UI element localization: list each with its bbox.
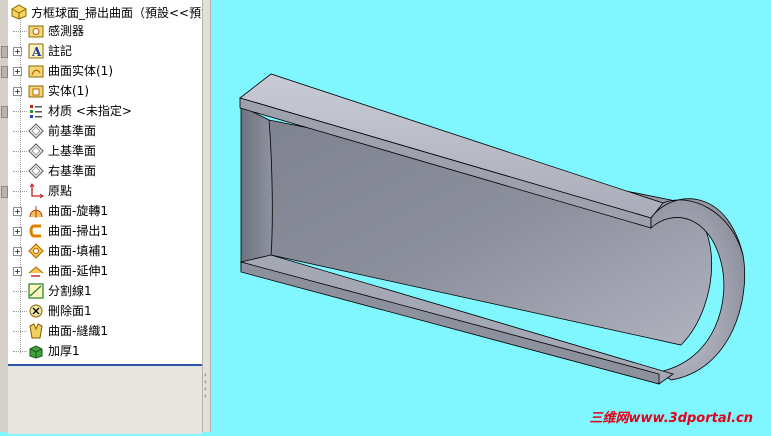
expand-icon[interactable]: + — [13, 207, 22, 216]
delete-face-icon — [29, 304, 43, 318]
surface-extend-icon — [28, 266, 44, 277]
tree-item[interactable]: 感測器 — [8, 21, 202, 41]
surface-sweep-icon — [29, 224, 41, 238]
toolbar-grip[interactable] — [1, 106, 8, 118]
tree-item-label: 感測器 — [48, 24, 85, 38]
expand-icon[interactable]: + — [13, 67, 22, 76]
tree-item[interactable]: 原點 — [8, 181, 202, 201]
tree-item-label: 原點 — [48, 184, 73, 198]
tree-connector — [13, 191, 27, 192]
tree-item[interactable]: 上基準面 — [8, 141, 202, 161]
tree-root[interactable]: 方框球面_掃出曲面（預設<<預設 — [10, 3, 202, 21]
thickened-surface-model[interactable] — [211, 0, 771, 432]
tree-item[interactable]: 右基準面 — [8, 161, 202, 181]
tree-connector — [13, 151, 27, 152]
tree-item-label: 曲面实体(1) — [48, 64, 113, 78]
tree-item[interactable]: + 曲面-延伸1 — [8, 261, 202, 281]
tree-item-label: 曲面-縫織1 — [48, 324, 108, 338]
tree-item-label: 材质 <未指定> — [48, 104, 132, 118]
tree-item-label: 註記 — [48, 44, 73, 58]
tree-item[interactable]: 材质 <未指定> — [8, 101, 202, 121]
watermark-text: 三维网www.3dportal.cn — [589, 411, 753, 426]
tree-item[interactable]: 分割線1 — [8, 281, 202, 301]
feature-manager-tree: 方框球面_掃出曲面（預設<<預設 感測器 + A 註記 + 曲面实体(1) + 实体(1) 材质… — [8, 0, 202, 364]
material-icon — [30, 105, 42, 118]
panel-lower-area — [8, 364, 202, 434]
tree-item-label: 曲面-旋轉1 — [48, 204, 108, 218]
expand-icon[interactable]: + — [13, 247, 22, 256]
tree-connector — [13, 331, 27, 332]
collapse-arrows-icon[interactable]: ‹ ‹ ‹ ‹ — [204, 372, 207, 400]
tree-item-label: 分割線1 — [48, 284, 92, 298]
panel-splitter[interactable]: ‹ ‹ ‹ ‹ — [202, 0, 211, 432]
tree-item-label: 加厚1 — [48, 344, 80, 358]
tree-item[interactable]: 前基準面 — [8, 121, 202, 141]
tree-item-label: 上基準面 — [48, 144, 97, 158]
tree-connector — [13, 31, 27, 32]
tree-connector — [13, 131, 27, 132]
plane-icon — [28, 143, 44, 159]
plane-icon — [28, 163, 44, 179]
tree-item[interactable]: + 曲面-填補1 — [8, 241, 202, 261]
graphics-viewport[interactable] — [211, 0, 771, 432]
thicken-icon — [29, 345, 43, 359]
tree-item-label: 曲面-延伸1 — [48, 264, 108, 278]
tree-item-label: 右基準面 — [48, 164, 97, 178]
plane-icon — [28, 123, 44, 139]
origin-icon — [29, 183, 44, 199]
tree-item[interactable]: + 实体(1) — [8, 81, 202, 101]
tree-item[interactable]: + A 註記 — [8, 41, 202, 61]
tree-item[interactable]: + 曲面-掃出1 — [8, 221, 202, 241]
tree-item-label: 前基準面 — [48, 124, 97, 138]
annotations-icon: A — [28, 43, 44, 59]
sensor-folder-icon — [28, 25, 44, 38]
toolbar-grip[interactable] — [1, 46, 8, 58]
tree-item-label: 曲面-掃出1 — [48, 224, 108, 238]
tree-connector — [13, 291, 27, 292]
tree-item-label: 曲面-填補1 — [48, 244, 108, 258]
part-icon — [11, 4, 27, 20]
model-back-wall — [240, 105, 273, 271]
tree-connector — [13, 111, 27, 112]
toolbar-grip[interactable] — [1, 186, 8, 198]
toolbar-grip[interactable] — [1, 66, 8, 78]
surface-fill-icon — [28, 243, 44, 259]
tree-item[interactable]: 刪除面1 — [8, 301, 202, 321]
surface-bodies-folder-icon — [28, 65, 44, 78]
expand-icon[interactable]: + — [13, 227, 22, 236]
tree-item[interactable]: + 曲面-旋轉1 — [8, 201, 202, 221]
tree-connector — [13, 311, 27, 312]
tree-item-label: 刪除面1 — [48, 304, 92, 318]
svg-text:A: A — [31, 45, 42, 59]
tree-item[interactable]: + 曲面实体(1) — [8, 61, 202, 81]
tree-item-label: 实体(1) — [48, 84, 89, 98]
tree-item[interactable]: 曲面-縫織1 — [8, 321, 202, 341]
tree-root-label: 方框球面_掃出曲面（預設<<預設 — [31, 5, 202, 20]
expand-icon[interactable]: + — [13, 267, 22, 276]
split-line-icon — [28, 283, 44, 299]
expand-icon[interactable]: + — [13, 87, 22, 96]
tree-connector — [13, 171, 27, 172]
tree-item[interactable]: 加厚1 — [8, 341, 202, 361]
surface-knit-icon — [29, 323, 43, 339]
tree-connector — [13, 351, 27, 352]
expand-icon[interactable]: + — [13, 47, 22, 56]
surface-revolve-icon — [29, 206, 43, 218]
solid-bodies-folder-icon — [28, 85, 44, 98]
